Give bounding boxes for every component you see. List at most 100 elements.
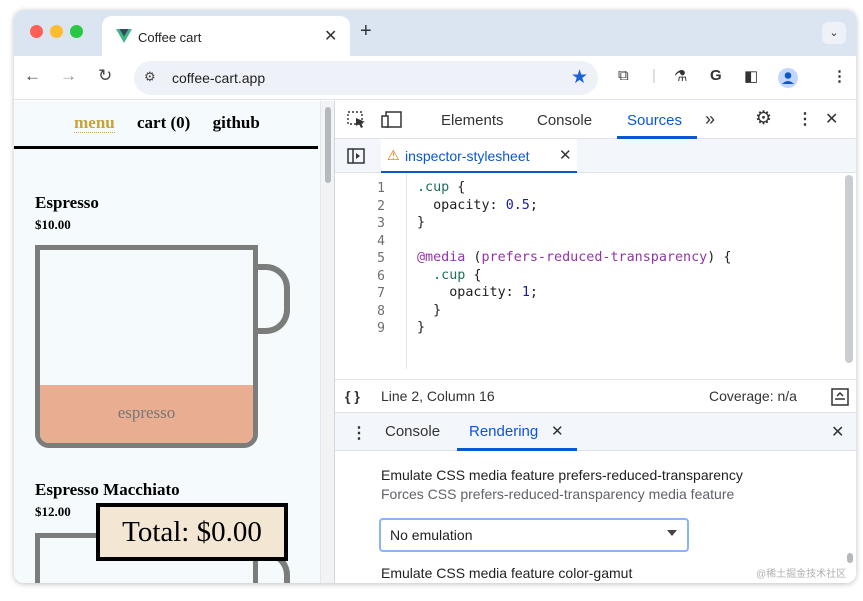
- watermark: @稀土掘金技术社区: [756, 569, 847, 580]
- tab-title: Coffee cart: [138, 30, 202, 45]
- devtools-menu-icon[interactable]: ⋮: [797, 109, 813, 129]
- code-line: }: [417, 215, 426, 230]
- coffee-name: Espresso: [35, 193, 99, 212]
- code-text: ;: [529, 197, 538, 213]
- css-media-feature: prefers-reduced-transparency: [481, 250, 708, 265]
- css-property: opacity:: [417, 285, 522, 300]
- line-number: 7: [377, 286, 385, 301]
- css-selector: .cup: [417, 180, 450, 195]
- cup-handle: [256, 264, 290, 334]
- line-number: 5: [377, 251, 385, 266]
- chevron-down-icon: [667, 530, 677, 536]
- code-text: {: [465, 267, 482, 283]
- nav-cart-link[interactable]: cart (0): [137, 113, 190, 132]
- more-tabs-icon[interactable]: »: [705, 109, 715, 130]
- line-number: 6: [377, 268, 385, 284]
- tab-elements[interactable]: Elements: [441, 112, 504, 129]
- site-nav: menu cart (0) github: [14, 113, 320, 133]
- code-line: }: [417, 320, 426, 335]
- url-text: coffee-cart.app: [172, 70, 266, 86]
- close-devtools-icon[interactable]: ✕: [825, 109, 838, 129]
- device-toolbar-icon[interactable]: [381, 111, 403, 129]
- css-at-rule: @media: [417, 250, 466, 265]
- vue-logo-icon: [116, 29, 132, 43]
- setting-title: Emulate CSS media feature color-gamut: [381, 565, 633, 581]
- code-line: .cup {: [417, 180, 465, 195]
- nav-github-link[interactable]: github: [213, 113, 260, 132]
- forward-icon[interactable]: →: [60, 66, 77, 86]
- tab-search-button[interactable]: ⌄: [822, 22, 846, 44]
- nav-divider: [14, 146, 318, 149]
- extensions-icon[interactable]: ⧉: [618, 67, 629, 84]
- line-number: 2: [377, 198, 385, 214]
- page-scrollbar[interactable]: [320, 101, 334, 583]
- code-line: }: [417, 302, 442, 318]
- close-drawer-icon[interactable]: ✕: [831, 422, 844, 442]
- browser-menu-icon[interactable]: ⋮: [832, 67, 847, 85]
- code-text: ;: [529, 285, 538, 300]
- drawer-menu-icon[interactable]: ⋮: [351, 423, 367, 443]
- browser-window: Coffee cart ✕ + ⌄ ← → ↻ ⚙ coffee-cart.ap…: [14, 10, 856, 583]
- back-icon[interactable]: ←: [24, 66, 41, 86]
- line-number: 1: [377, 181, 385, 196]
- devtools-panel: Elements Console Sources » ⚙ ⋮ ✕ ⚠ inspe…: [334, 101, 856, 583]
- editor-scrollbar[interactable]: [845, 175, 853, 363]
- espresso-cup[interactable]: espresso: [35, 245, 258, 448]
- minimize-window-button[interactable]: [50, 25, 63, 38]
- sources-file-bar: ⚠ inspector-stylesheet ✕: [335, 139, 856, 173]
- prefers-reduced-transparency-select[interactable]: No emulation: [379, 518, 689, 552]
- new-tab-button[interactable]: +: [360, 20, 372, 43]
- line-number-gutter: 1 2 3 4 5 6 7 8 9: [335, 173, 407, 369]
- tab-console[interactable]: Console: [537, 112, 592, 129]
- profile-avatar-icon[interactable]: [778, 68, 798, 88]
- close-file-icon[interactable]: ✕: [559, 146, 572, 164]
- tab-strip: Coffee cart ✕ + ⌄: [14, 10, 856, 56]
- code-editor[interactable]: 1 2 3 4 5 6 7 8 9 .cup { opacity: 0.5; }…: [335, 173, 856, 369]
- address-bar[interactable]: ⚙ coffee-cart.app ★: [134, 61, 598, 95]
- total-button[interactable]: Total: $0.00: [96, 503, 288, 561]
- nav-menu-link[interactable]: menu: [74, 113, 115, 133]
- coffee-cart-page: menu cart (0) github Espresso $10.00 esp…: [14, 101, 320, 583]
- editor-status-bar: { } Line 2, Column 16 Coverage: n/a: [335, 379, 856, 413]
- pretty-print-icon[interactable]: { }: [345, 388, 360, 404]
- browser-toolbar: ← → ↻ ⚙ coffee-cart.app ★ ⧉ | ⚗ G ◧ ⋮: [14, 56, 856, 100]
- file-tab-label: inspector-stylesheet: [405, 148, 530, 164]
- coffee-price: $10.00: [35, 217, 71, 232]
- close-window-button[interactable]: [30, 25, 43, 38]
- line-number: 3: [377, 216, 385, 231]
- drawer-tab-rendering[interactable]: Rendering: [469, 423, 538, 440]
- css-selector: .cup: [417, 267, 466, 283]
- tab-coffee-cart[interactable]: Coffee cart ✕: [102, 16, 350, 56]
- code-line: @media (prefers-reduced-transparency) {: [417, 250, 731, 265]
- labs-flask-icon[interactable]: ⚗: [674, 67, 687, 85]
- tab-sources[interactable]: Sources: [627, 112, 682, 129]
- site-settings-icon[interactable]: ⚙: [144, 69, 156, 85]
- code-line: opacity: 1;: [417, 285, 538, 300]
- google-extension-icon[interactable]: G: [710, 67, 722, 84]
- settings-gear-icon[interactable]: ⚙: [755, 107, 772, 130]
- code-text: (: [465, 250, 482, 265]
- drawer-scroll-thumb[interactable]: [847, 553, 853, 563]
- drawer-tab-console[interactable]: Console: [385, 423, 440, 440]
- maximize-window-button[interactable]: [70, 25, 83, 38]
- code-line: opacity: 0.5;: [417, 198, 538, 213]
- rendering-panel: Emulate CSS media feature prefers-reduce…: [335, 451, 856, 583]
- line-number: 8: [377, 303, 385, 319]
- code-text: {: [449, 180, 466, 195]
- css-value: 1: [521, 285, 530, 300]
- coverage-status: Coverage: n/a: [709, 388, 797, 404]
- close-rendering-tab-icon[interactable]: ✕: [551, 422, 564, 440]
- toggle-drawer-icon[interactable]: [831, 388, 849, 406]
- css-value: 0.5: [505, 197, 530, 213]
- close-tab-icon[interactable]: ✕: [324, 26, 337, 46]
- side-panel-icon[interactable]: ◧: [744, 67, 758, 85]
- css-property: opacity:: [417, 197, 506, 213]
- page-scroll-thumb[interactable]: [325, 107, 331, 183]
- file-tab-inspector-stylesheet[interactable]: ⚠ inspector-stylesheet ✕: [381, 139, 577, 173]
- coffee-name: Espresso Macchiato: [35, 480, 180, 499]
- bookmark-star-icon[interactable]: ★: [571, 66, 588, 89]
- reload-icon[interactable]: ↻: [98, 66, 112, 86]
- inspect-element-icon[interactable]: [347, 111, 367, 129]
- line-number: 4: [377, 233, 385, 249]
- toggle-navigator-icon[interactable]: [347, 148, 365, 164]
